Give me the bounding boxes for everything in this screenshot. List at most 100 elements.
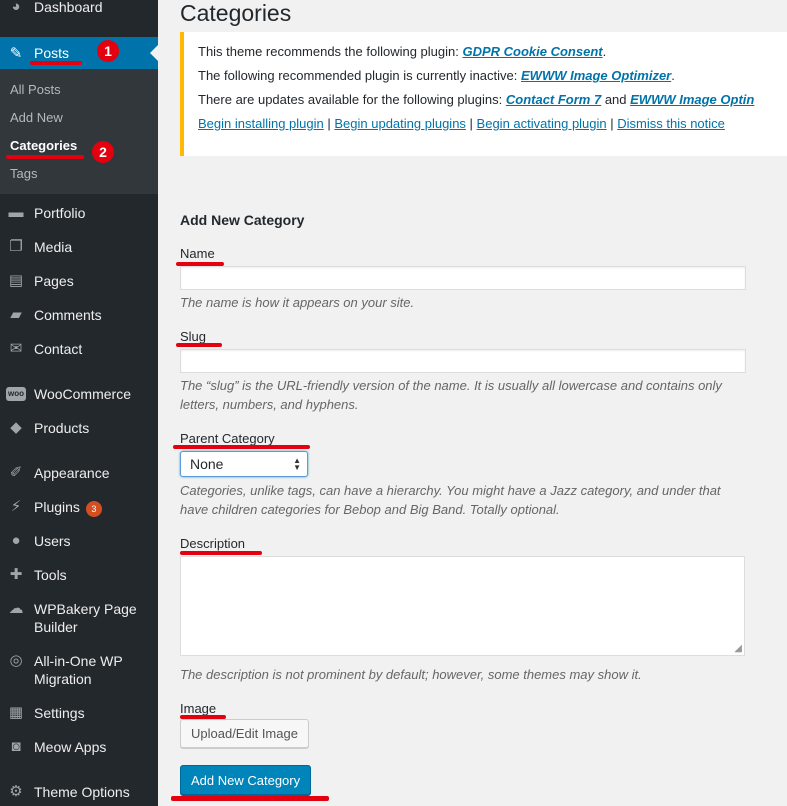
sidebar-item-label: Meow Apps (34, 739, 107, 755)
sidebar-item-media[interactable]: ❐ Media (0, 238, 158, 256)
slug-help: The “slug” is the URL-friendly version o… (180, 376, 760, 414)
sidebar-item-portfolio[interactable]: ▬ Portfolio (0, 204, 158, 222)
sidebar-item-label: Media (34, 239, 73, 255)
notice-line-2: The following recommended plugin is curr… (198, 68, 787, 84)
pin-icon: ✎ (9, 45, 23, 62)
pages-icon: ▤ (8, 272, 24, 289)
contact-form-link[interactable]: Contact Form 7 (506, 92, 601, 107)
gdpr-plugin-link[interactable]: GDPR Cookie Consent (462, 44, 602, 59)
sidebar-item-label: WooCommerce (34, 386, 131, 402)
sidebar-item-tools[interactable]: ✚ Tools (0, 566, 158, 584)
media-icon: ❐ (9, 238, 23, 255)
plugins-label: Plugins (34, 499, 80, 515)
sidebar-item-settings[interactable]: ▦ Settings (0, 704, 158, 722)
notice-text: There are updates available for the foll… (198, 92, 506, 107)
submenu-item-categories[interactable]: Categories (10, 138, 77, 153)
slug-label: Slug (180, 329, 207, 344)
dismiss-notice-link[interactable]: Dismiss this notice (617, 116, 725, 131)
sidebar-item-meow-apps[interactable]: ◙ Meow Apps (0, 738, 158, 756)
notice-line-3: There are updates available for the foll… (198, 92, 787, 108)
sidebar-item-woocommerce[interactable]: woo WooCommerce (0, 385, 158, 403)
sidebar-item-migration[interactable]: ◎ All-in-One WP Migration (0, 652, 158, 688)
sidebar-item-label: Dashboard (34, 0, 103, 15)
separator: | (465, 116, 477, 131)
notice-text: . (602, 44, 607, 59)
comment-icon: ▰ (10, 306, 22, 323)
brush-icon: ✐ (9, 464, 23, 481)
sidebar-item-label: All-in-One WP Migration (34, 653, 123, 687)
resize-grip-icon[interactable]: ◢ (734, 643, 742, 654)
submenu-item-add-new[interactable]: Add New (10, 110, 63, 125)
annotation-underline-slug (176, 343, 222, 347)
wrench-icon: ✚ (9, 566, 23, 583)
annotation-underline-submit (171, 796, 329, 801)
name-help: The name is how it appears on your site. (180, 295, 415, 310)
name-field[interactable] (180, 266, 746, 290)
user-icon: ● (11, 532, 21, 549)
sidebar-item-label: Products (34, 420, 90, 436)
sidebar-item-label: Appearance (34, 465, 110, 481)
sidebar-item-products[interactable]: ◆ Products (0, 419, 158, 437)
submenu-item-tags[interactable]: Tags (10, 166, 37, 181)
gear-icon: ⚙ (9, 783, 23, 800)
sidebar-item-label: Comments (34, 307, 102, 323)
add-new-category-button[interactable]: Add New Category (180, 765, 312, 795)
notice-text: . (671, 68, 675, 83)
slug-help-line-1: The “slug” is the URL-friendly version o… (180, 378, 722, 393)
sidebar-item-comments[interactable]: ▰ Comments (0, 306, 158, 324)
sidebar-item-wpbakery[interactable]: ☁ WPBakery Page Builder (0, 600, 158, 636)
separator: | (323, 116, 335, 131)
page-title: Categories (180, 0, 292, 26)
slug-help-line-2: letters, numbers, and hyphens. (180, 397, 359, 412)
annotation-step-1: 1 (97, 40, 119, 62)
sidebar-item-users[interactable]: ● Users (0, 532, 158, 550)
sidebar-item-theme-options[interactable]: ⚙ Theme Options (0, 783, 158, 801)
parent-category-select[interactable]: None ▲ ▼ (180, 451, 308, 477)
migration-icon: ◎ (9, 652, 23, 669)
submenu-item-all-posts[interactable]: All Posts (10, 82, 61, 97)
sidebar-item-contact[interactable]: ✉ Contact (0, 340, 158, 358)
plugin-icon: ⚡ (10, 498, 22, 515)
cloud-icon: ☁ (8, 600, 24, 617)
form-heading: Add New Category (180, 212, 305, 228)
ewww-plugin-link[interactable]: EWWW Image Optimizer (521, 68, 671, 83)
parent-category-value: None (190, 456, 224, 472)
settings-icon: ▦ (8, 704, 24, 721)
sidebar-item-plugins[interactable]: ⚡ Plugins 3 (0, 498, 158, 517)
notice-text: The following recommended plugin is curr… (198, 68, 521, 83)
sidebar-item-label: Tools (34, 567, 67, 583)
slug-field[interactable] (180, 349, 746, 373)
annotation-underline-description (180, 551, 262, 555)
image-label: Image (180, 701, 217, 716)
dashboard-icon: ◕ (11, 0, 21, 15)
description-label: Description (180, 536, 246, 551)
posts-submenu: All Posts Add New Categories Tags (0, 69, 158, 194)
notice-text: and (601, 92, 631, 107)
annotation-step-2: 2 (92, 141, 114, 163)
ewww-update-link[interactable]: EWWW Image Optin (630, 92, 754, 107)
parent-help: Categories, unlike tags, can have a hier… (180, 481, 760, 519)
parent-help-line-1: Categories, unlike tags, can have a hier… (180, 483, 721, 498)
folder-icon: ▬ (8, 204, 24, 221)
separator: | (606, 116, 618, 131)
camera-icon: ◙ (11, 738, 21, 755)
begin-updating-link[interactable]: Begin updating plugins (334, 116, 466, 131)
woocommerce-icon: woo (6, 387, 26, 401)
annotation-underline-posts (30, 61, 82, 65)
sidebar-item-appearance[interactable]: ✐ Appearance (0, 464, 158, 482)
notice-actions: Begin installing plugin | Begin updating… (198, 116, 787, 132)
begin-activating-link[interactable]: Begin activating plugin (477, 116, 607, 131)
parent-help-line-2: have children categories for Bebop and B… (180, 502, 560, 517)
begin-installing-link[interactable]: Begin installing plugin (198, 116, 324, 131)
description-help: The description is not prominent by defa… (180, 667, 642, 682)
sidebar-item-label: WPBakery Page Builder (34, 601, 137, 635)
annotation-underline-categories (6, 155, 84, 159)
sidebar-item-pages[interactable]: ▤ Pages (0, 272, 158, 290)
sidebar-item-label: Users (34, 533, 71, 549)
description-textarea[interactable]: ◢ (180, 556, 745, 656)
sidebar-item-dashboard[interactable]: ◕ Dashboard (0, 0, 158, 16)
sidebar-item-label: Posts (34, 45, 70, 61)
upload-image-button[interactable]: Upload/Edit Image (180, 719, 309, 748)
name-label: Name (180, 246, 215, 261)
notice-line-1: This theme recommends the following plug… (198, 44, 787, 60)
